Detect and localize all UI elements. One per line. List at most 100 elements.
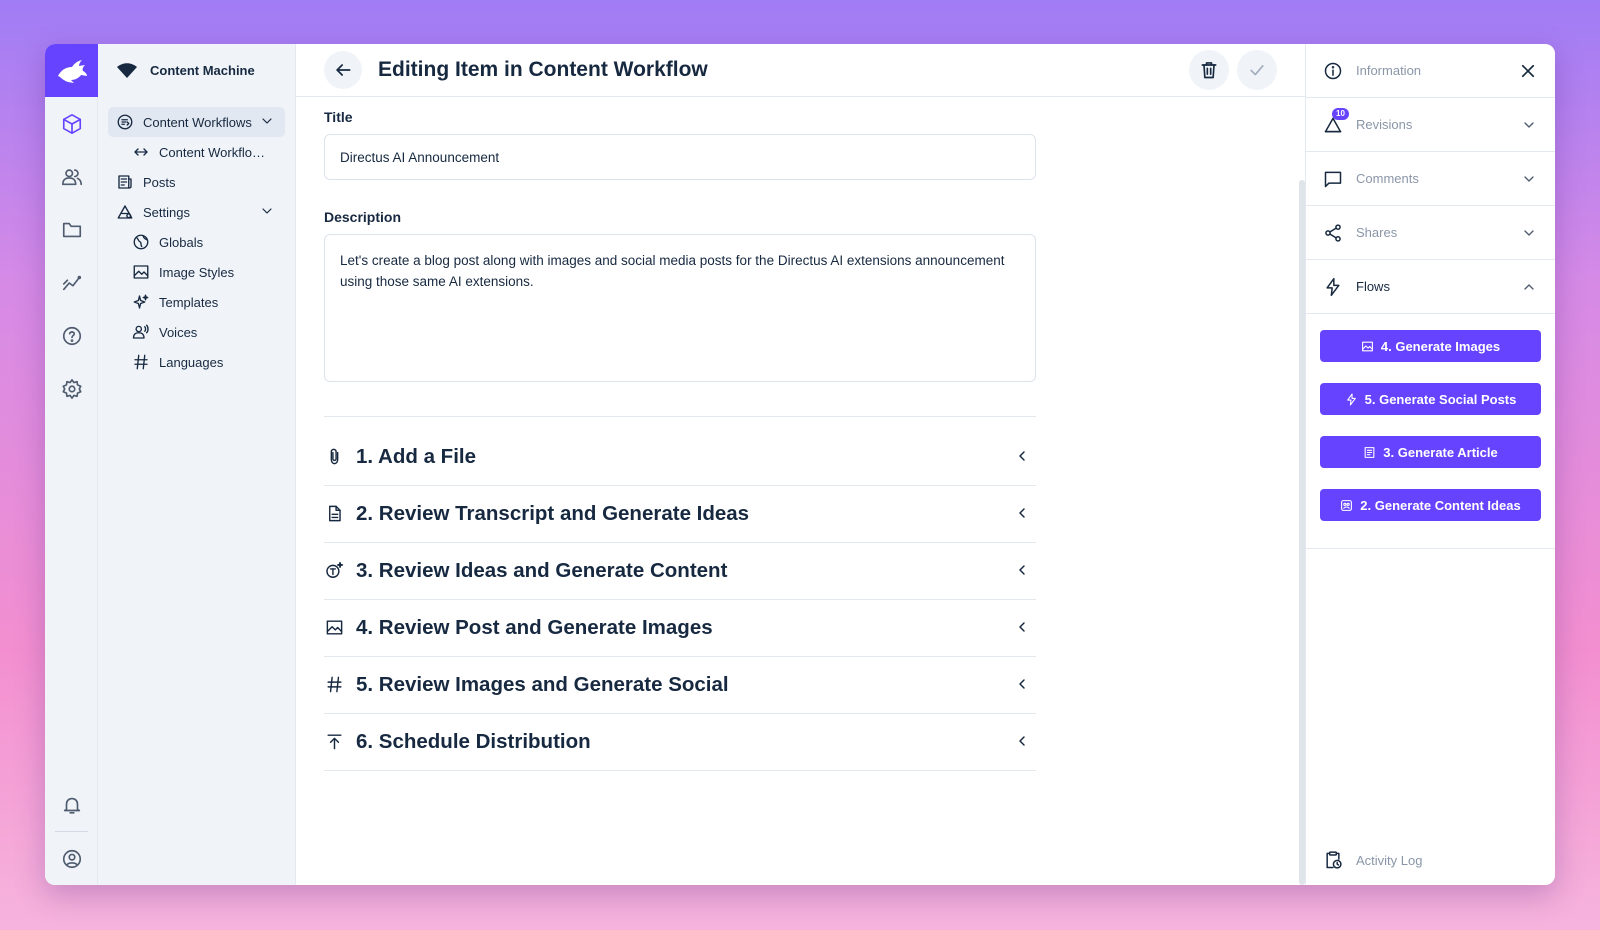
files-module-button[interactable] bbox=[45, 203, 98, 256]
paperclip-icon bbox=[330, 448, 338, 465]
directus-logo[interactable] bbox=[45, 44, 98, 97]
chevron-left-icon bbox=[1019, 451, 1025, 461]
close-icon[interactable] bbox=[1519, 62, 1537, 80]
project-name: Content Machine bbox=[150, 63, 255, 78]
document-icon bbox=[328, 505, 341, 522]
description-textarea[interactable]: Let's create a blog post along with imag… bbox=[324, 234, 1036, 382]
gear-icon bbox=[61, 378, 82, 399]
chevron-left-icon bbox=[1019, 679, 1025, 689]
nav-item-templates[interactable]: Templates bbox=[108, 287, 285, 317]
nav-item-label: Globals bbox=[159, 234, 204, 250]
group-schedule-distribution[interactable]: 6. Schedule Distribution bbox=[324, 713, 1036, 771]
nav-item-label: Image Styles bbox=[159, 264, 235, 280]
activity-log-icon bbox=[1326, 851, 1342, 869]
chevron-left-icon bbox=[1019, 565, 1025, 575]
article-icon bbox=[1364, 446, 1375, 458]
info-icon bbox=[1324, 62, 1342, 79]
help-module-button[interactable] bbox=[45, 309, 98, 362]
nav-item-settings[interactable]: Settings bbox=[108, 197, 285, 227]
hash-icon bbox=[326, 676, 342, 693]
delete-button[interactable] bbox=[1189, 50, 1229, 90]
sidebar-comments-label: Comments bbox=[1356, 171, 1419, 186]
page-header: Editing Item in Content Workflow bbox=[296, 44, 1305, 97]
content-module-button[interactable] bbox=[45, 97, 98, 150]
account-icon bbox=[62, 849, 81, 868]
image-icon bbox=[133, 265, 149, 279]
sidebar-flows[interactable]: Flows bbox=[1306, 260, 1555, 314]
share-icon bbox=[1325, 223, 1341, 242]
group-review-ideas[interactable]: 3. Review Ideas and Generate Content bbox=[324, 542, 1036, 600]
comment-icon bbox=[1324, 171, 1342, 187]
item-form: Title Directus AI Announcement Descripti… bbox=[296, 97, 1036, 771]
ideas-icon bbox=[1341, 499, 1353, 511]
notifications-button[interactable] bbox=[45, 778, 98, 831]
sidebar-information-label: Information bbox=[1356, 63, 1422, 78]
nav-item-image-styles[interactable]: Image Styles bbox=[108, 257, 285, 287]
back-button[interactable] bbox=[324, 51, 362, 89]
users-icon bbox=[61, 168, 82, 185]
sidebar-revisions[interactable]: 10 Revisions bbox=[1306, 98, 1555, 152]
insights-module-button[interactable] bbox=[45, 256, 98, 309]
swap-icon bbox=[134, 148, 148, 156]
voice-icon bbox=[132, 324, 149, 339]
module-bar bbox=[45, 44, 98, 885]
chevron-down-icon bbox=[1524, 176, 1534, 182]
save-button[interactable] bbox=[1237, 50, 1277, 90]
posts-icon bbox=[118, 175, 132, 189]
nav-item-posts[interactable]: Posts bbox=[108, 167, 285, 197]
chevron-down-icon bbox=[1524, 122, 1534, 128]
nav-item-languages[interactable]: Languages bbox=[108, 347, 285, 377]
nav-item-label: Languages bbox=[159, 354, 224, 370]
settings-module-button[interactable] bbox=[45, 362, 98, 415]
hash-icon bbox=[134, 354, 148, 370]
nav-item-globals[interactable]: Globals bbox=[108, 227, 285, 257]
group-title: 6. Schedule Distribution bbox=[356, 729, 591, 753]
flow-generate-content-ideas-button[interactable]: 2. Generate Content Ideas bbox=[1320, 489, 1541, 521]
sidebar-information[interactable]: Information bbox=[1306, 44, 1555, 98]
activity-log-label: Activity Log bbox=[1356, 852, 1423, 868]
project-logo-icon bbox=[117, 62, 137, 78]
rabbit-logo-icon bbox=[57, 59, 87, 83]
group-review-transcript[interactable]: 2. Review Transcript and Generate Ideas bbox=[324, 485, 1036, 543]
sidebar-comments[interactable]: Comments bbox=[1306, 152, 1555, 206]
settings-icon bbox=[117, 205, 133, 219]
insights-icon bbox=[62, 275, 81, 290]
app-window: Content Machine Content Workflows Conten… bbox=[45, 44, 1555, 885]
chevron-up-icon bbox=[1524, 284, 1534, 290]
bolt-icon bbox=[1346, 393, 1356, 405]
description-value: Let's create a blog post along with imag… bbox=[340, 253, 1005, 289]
chevron-left-icon bbox=[1019, 508, 1025, 518]
image-icon bbox=[1361, 341, 1373, 351]
sidebar-shares[interactable]: Shares bbox=[1306, 206, 1555, 260]
project-header[interactable]: Content Machine bbox=[98, 44, 295, 97]
publish-icon bbox=[326, 734, 342, 750]
sidebar-activity-log[interactable]: Activity Log bbox=[1306, 835, 1555, 885]
chevron-down-icon bbox=[1524, 230, 1534, 236]
nav-item-voices[interactable]: Voices bbox=[108, 317, 285, 347]
title-input[interactable]: Directus AI Announcement bbox=[324, 134, 1036, 180]
nav-item-label: Posts bbox=[143, 174, 176, 190]
account-button[interactable] bbox=[45, 832, 98, 885]
nav-item-content-workflow-items[interactable]: Content Workflow Items bbox=[108, 137, 285, 167]
group-review-post[interactable]: 4. Review Post and Generate Images bbox=[324, 599, 1036, 657]
navigation-panel: Content Machine Content Workflows Conten… bbox=[98, 44, 296, 885]
users-module-button[interactable] bbox=[45, 150, 98, 203]
flow-generate-social-posts-button[interactable]: 5. Generate Social Posts bbox=[1320, 383, 1541, 415]
group-add-file[interactable]: 1. Add a File bbox=[324, 428, 1036, 486]
image-icon bbox=[326, 620, 342, 635]
sidebar-revisions-label: Revisions bbox=[1356, 117, 1413, 132]
group-title: 5. Review Images and Generate Social bbox=[356, 672, 729, 696]
flow-generate-article-button[interactable]: 3. Generate Article bbox=[1320, 436, 1541, 468]
chevron-down-icon[interactable] bbox=[259, 203, 275, 219]
nav-item-label: Content Workflow Items bbox=[159, 144, 265, 160]
nav-item-content-workflows[interactable]: Content Workflows bbox=[108, 107, 285, 137]
title-value: Directus AI Announcement bbox=[340, 149, 500, 165]
flow-generate-images-button[interactable]: 4. Generate Images bbox=[1320, 330, 1541, 362]
group-review-images[interactable]: 5. Review Images and Generate Social bbox=[324, 656, 1036, 714]
nav-item-label: Content Workflows bbox=[143, 114, 252, 130]
check-icon bbox=[1250, 65, 1264, 76]
sparkle-icon bbox=[133, 294, 149, 309]
item-sidebar: Information 10 Revisions Comments Shares… bbox=[1305, 44, 1555, 885]
globe-icon bbox=[133, 234, 149, 250]
chevron-down-icon[interactable] bbox=[259, 113, 275, 129]
